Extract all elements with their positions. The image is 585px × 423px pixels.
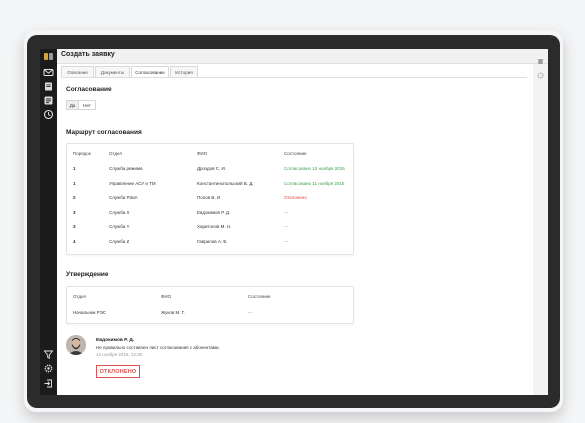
row-status: — xyxy=(284,224,289,229)
column-header-dept: Отдел xyxy=(109,151,123,156)
row-dept: Служба РЗиА xyxy=(109,195,138,200)
avatar xyxy=(66,335,86,355)
row-order: 3 xyxy=(73,210,76,215)
row-order: 1 xyxy=(73,166,76,171)
tab-approval[interactable]: Согласование xyxy=(131,66,169,77)
settings-icon[interactable] xyxy=(43,363,54,374)
main-content: Описание Документы Согласование История … xyxy=(57,64,533,395)
row-order: 1 xyxy=(73,181,76,186)
row-fio: Жуков М. Г. xyxy=(161,310,185,315)
column-header-fio: ФИО xyxy=(161,294,172,299)
column-header-status: Состояние xyxy=(248,294,271,299)
row-status: — xyxy=(284,239,289,244)
mail-icon[interactable] xyxy=(43,67,54,78)
right-panel xyxy=(533,64,548,395)
row-status: Отклонено xyxy=(284,195,307,200)
column-header-order: Порядок xyxy=(73,151,91,156)
row-status: Согласовано 10 ноября 2016 xyxy=(284,166,345,171)
row-dept: Начальник РЭС xyxy=(73,310,107,315)
row-dept: Служба Х xyxy=(109,210,130,215)
row-status: — xyxy=(248,310,253,315)
row-status: Согласовано 11 ноября 2016 xyxy=(284,181,345,186)
app-screen: Создать заявку Описание Документы Соглас… xyxy=(40,49,548,395)
settings-icon[interactable] xyxy=(537,66,544,79)
row-fio: Харитонов М. Н. xyxy=(197,224,232,229)
row-fio: Дроздов С. И. xyxy=(197,166,226,171)
tab-description[interactable]: Описание xyxy=(61,66,94,77)
confirm-table: Отдел ФИО Состояние Начальник РЭС Жуков … xyxy=(66,286,354,324)
title-bar: Создать заявку xyxy=(57,49,548,65)
row-dept: Управление АСУ и ТМ xyxy=(109,181,156,186)
row-fio: Попов В. И. xyxy=(197,195,222,200)
row-fio: Гаврилов А. Б. xyxy=(197,239,228,244)
row-fio: Евдокимов Р. Д. xyxy=(197,210,231,215)
row-dept: Служба Z xyxy=(109,239,130,244)
comment-text: Не правильно составлен лист согласования… xyxy=(96,345,220,350)
row-fio: Константинопольский В. Д. xyxy=(197,181,254,186)
logout-icon[interactable] xyxy=(43,378,54,389)
page-title: Создать заявку xyxy=(61,51,115,58)
approval-heading: Согласование xyxy=(66,86,112,93)
row-order: 3 xyxy=(73,224,76,229)
clock-icon[interactable] xyxy=(43,109,54,120)
confirm-heading: Утверждение xyxy=(66,271,109,278)
trash-icon[interactable] xyxy=(537,52,544,65)
logo-icon[interactable] xyxy=(43,51,54,62)
route-heading: Маршрут согласования xyxy=(66,129,142,136)
tab-documents[interactable]: Документы xyxy=(95,66,130,77)
row-status: — xyxy=(284,210,289,215)
sidebar xyxy=(40,49,57,395)
tabs-divider xyxy=(61,77,527,78)
row-order: 2 xyxy=(73,195,76,200)
rejected-badge: ОТКЛОНЕНО xyxy=(96,365,140,378)
route-table: Порядок Отдел ФИО Состояние 1 Служба реж… xyxy=(66,143,354,255)
list-icon[interactable] xyxy=(43,95,54,106)
column-header-dept: Отдел xyxy=(73,294,87,299)
comment-date: 12 ноября 2016, 12:30 xyxy=(96,352,143,357)
row-dept: Служба режима xyxy=(109,166,143,171)
row-dept: Служба Y xyxy=(109,224,130,229)
tab-history[interactable]: История xyxy=(170,66,198,77)
column-header-status: Состояние xyxy=(284,151,307,156)
document-icon[interactable] xyxy=(43,81,54,92)
filter-icon[interactable] xyxy=(43,349,54,360)
row-order: 4 xyxy=(73,239,76,244)
column-header-fio: ФИО xyxy=(197,151,208,156)
device-frame: Создать заявку Описание Документы Соглас… xyxy=(27,35,560,408)
comment-author: Евдокимов Р. Д. xyxy=(96,338,135,343)
toggle-no-button[interactable]: Нет xyxy=(78,100,96,110)
